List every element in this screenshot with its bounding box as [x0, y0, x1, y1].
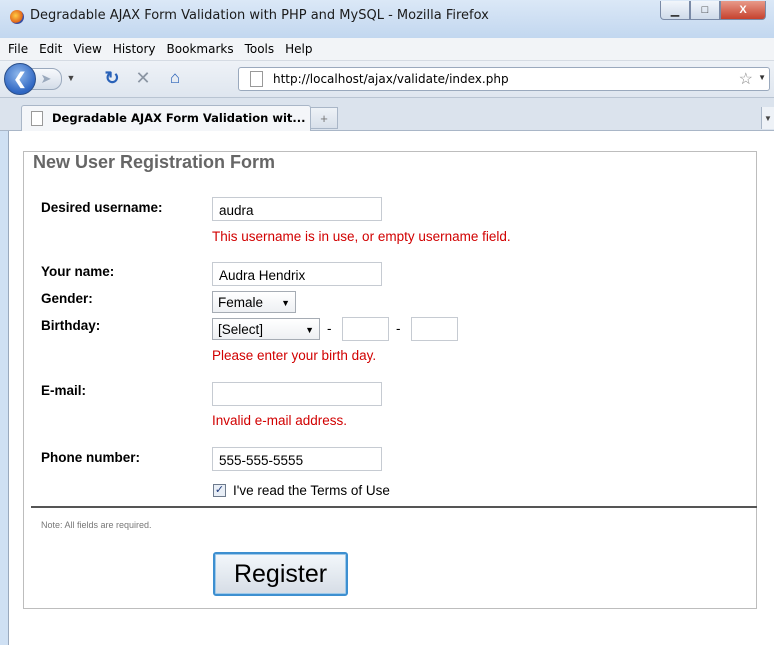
- birth-day-input[interactable]: [342, 317, 389, 341]
- birthday-label: Birthday:: [41, 318, 101, 333]
- menu-help[interactable]: Help: [279, 42, 317, 56]
- window-title: Degradable AJAX Form Validation with PHP…: [30, 8, 489, 23]
- phone-input[interactable]: 555-555-5555: [212, 447, 382, 471]
- username-error: This username is in use, or empty userna…: [212, 229, 511, 244]
- menu-bookmarks[interactable]: Bookmarks: [161, 42, 239, 56]
- menu-history[interactable]: History: [107, 42, 161, 56]
- window-controls: ▁ □ X: [660, 1, 766, 20]
- title-bar: Degradable AJAX Form Validation with PHP…: [0, 0, 774, 38]
- required-note: Note: All fields are required.: [41, 520, 152, 530]
- registration-fieldset: [23, 151, 757, 609]
- menu-view[interactable]: View: [67, 42, 106, 56]
- reload-icon[interactable]: ↻: [101, 67, 123, 89]
- menu-tools[interactable]: Tools: [239, 42, 280, 56]
- menu-bar: File Edit View History Bookmarks Tools H…: [0, 38, 774, 61]
- phone-label: Phone number:: [41, 450, 141, 465]
- birth-month-selected-value: [Select]: [218, 322, 264, 337]
- tab-page-icon: [31, 111, 43, 126]
- menu-file[interactable]: File: [0, 42, 33, 56]
- url-dropdown-icon[interactable]: ▼: [758, 73, 766, 82]
- url-text[interactable]: http://localhost/ajax/validate/index.php: [273, 72, 509, 86]
- checkmark-icon: ✓: [214, 484, 225, 496]
- email-label: E-mail:: [41, 383, 87, 398]
- gender-selected-value: Female: [218, 295, 264, 310]
- date-separator: -: [396, 321, 401, 336]
- chevron-down-icon: ▼: [305, 325, 314, 335]
- forward-arrow-icon: ➤: [40, 71, 52, 86]
- chevron-down-icon: ▼: [281, 298, 290, 308]
- tab-list-icon[interactable]: ▼: [761, 107, 774, 129]
- maximize-button[interactable]: □: [690, 1, 720, 20]
- email-error: Invalid e-mail address.: [212, 413, 348, 428]
- navigation-toolbar: ➤ ❮ ▼ ↻ ✕ ⌂ http://localhost/ajax/valida…: [0, 61, 774, 98]
- name-input[interactable]: Audra Hendrix: [212, 262, 382, 286]
- firefox-icon: [10, 10, 24, 24]
- tab-bar: Degradable AJAX Form Validation wit... +…: [0, 98, 774, 131]
- username-label: Desired username:: [41, 200, 163, 215]
- gender-label: Gender:: [41, 291, 93, 306]
- register-button[interactable]: Register: [213, 552, 348, 596]
- url-bar[interactable]: http://localhost/ajax/validate/index.php…: [238, 67, 770, 91]
- new-tab-button[interactable]: +: [310, 107, 338, 129]
- date-separator: -: [327, 321, 332, 336]
- terms-label: I've read the Terms of Use: [233, 483, 390, 498]
- birth-year-input[interactable]: [411, 317, 458, 341]
- stop-icon[interactable]: ✕: [132, 67, 154, 89]
- tab-active[interactable]: Degradable AJAX Form Validation wit...: [21, 105, 311, 131]
- back-arrow-icon: ❮: [13, 71, 27, 88]
- minimize-button[interactable]: ▁: [660, 1, 690, 20]
- username-input[interactable]: audra: [212, 197, 382, 221]
- back-button[interactable]: ❮: [4, 63, 36, 95]
- gender-select[interactable]: Female ▼: [212, 291, 296, 313]
- home-icon[interactable]: ⌂: [164, 67, 186, 89]
- menu-edit[interactable]: Edit: [33, 42, 67, 56]
- email-input[interactable]: [212, 382, 382, 406]
- form-legend: New User Registration Form: [30, 152, 279, 173]
- birth-month-select[interactable]: [Select] ▼: [212, 318, 320, 340]
- tab-title: Degradable AJAX Form Validation wit...: [52, 111, 306, 125]
- close-button[interactable]: X: [720, 1, 766, 20]
- birthday-error: Please enter your birth day.: [212, 348, 377, 363]
- page-icon: [250, 71, 263, 87]
- terms-checkbox[interactable]: ✓: [213, 484, 226, 497]
- name-label: Your name:: [41, 264, 115, 279]
- history-dropdown-icon[interactable]: ▼: [62, 68, 80, 88]
- bookmark-star-icon[interactable]: ☆: [739, 69, 753, 89]
- divider: [31, 506, 757, 508]
